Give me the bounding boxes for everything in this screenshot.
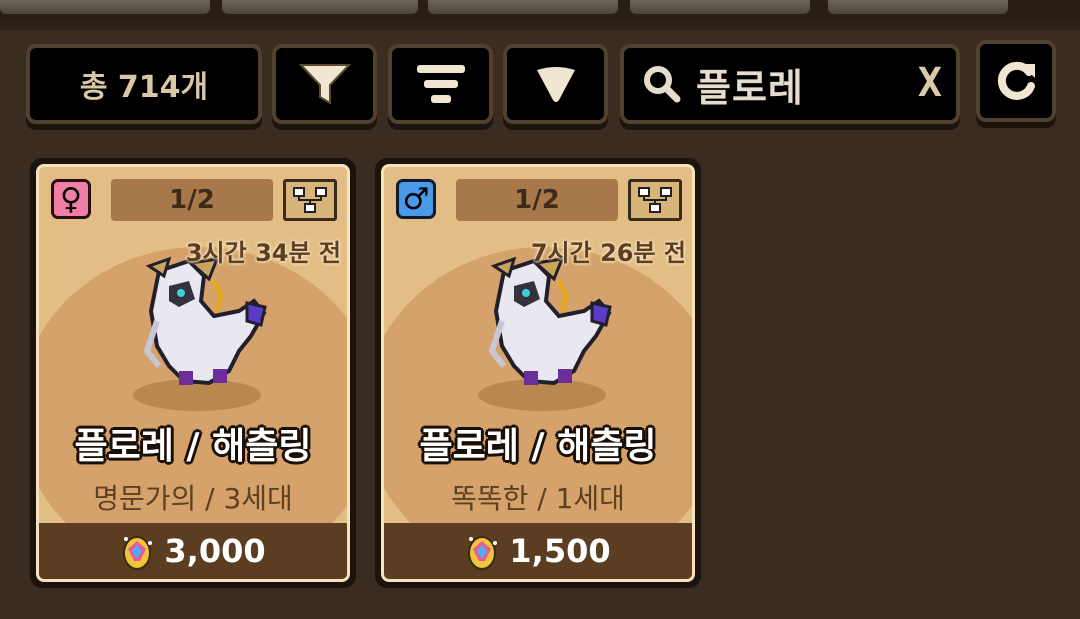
sort-button[interactable]: [388, 44, 493, 124]
triangle-down-icon: [536, 67, 575, 102]
total-count-badge: 총 714개: [26, 44, 262, 124]
breed-ratio: 1/2: [456, 179, 618, 221]
price-bar[interactable]: 1,500: [384, 523, 692, 579]
family-tree-button[interactable]: [283, 179, 337, 221]
dropdown-button[interactable]: [503, 44, 608, 124]
pet-card[interactable]: ♂ 1/2 7시간 26분 전 플로레 / 해츨링 똑똑한 / 1세대 1,50…: [375, 158, 701, 588]
family-tree-icon: [293, 187, 327, 213]
clear-search-button[interactable]: X: [918, 60, 942, 106]
price-value: 1,500: [509, 532, 611, 570]
breed-ratio: 1/2: [111, 179, 273, 221]
pet-name: 플로레 / 해츨링: [419, 426, 657, 467]
price-bar[interactable]: 3,000: [39, 523, 347, 579]
refresh-button[interactable]: [976, 40, 1056, 122]
top-tab-segment[interactable]: [222, 0, 418, 14]
family-tree-button[interactable]: [628, 179, 682, 221]
pet-card-body: ♀ 1/2 3시간 34분 전 플로레 / 해츨링 명문가의 / 3세대 3,0…: [36, 164, 350, 582]
family-tree-icon: [638, 187, 672, 213]
search-input[interactable]: 플로레: [696, 57, 804, 112]
divider: [0, 20, 1080, 30]
sort-lines-icon: [416, 65, 465, 103]
total-count-label: 총 714개: [79, 70, 209, 105]
refresh-icon: [997, 61, 1035, 100]
search-icon: [644, 66, 681, 103]
female-icon: ♀: [51, 179, 91, 219]
gem-egg-icon: [123, 536, 153, 570]
pet-trait-generation: 명문가의 / 3세대: [93, 482, 293, 515]
pet-card-body: ♂ 1/2 7시간 26분 전 플로레 / 해츨링 똑똑한 / 1세대 1,50…: [381, 164, 695, 582]
pet-name: 플로레 / 해츨링: [74, 426, 312, 467]
top-tab-segment[interactable]: [828, 0, 1008, 14]
search-box[interactable]: 플로레 X: [620, 44, 960, 124]
pet-trait-generation: 똑똑한 / 1세대: [451, 482, 625, 515]
pet-card[interactable]: ♀ 1/2 3시간 34분 전 플로레 / 해츨링 명문가의 / 3세대 3,0…: [30, 158, 356, 588]
top-tab-segment[interactable]: [428, 0, 618, 14]
listed-time: 3시간 34분 전: [185, 239, 341, 267]
top-tab-segment[interactable]: [630, 0, 810, 14]
price-value: 3,000: [164, 532, 266, 570]
top-tab-segment[interactable]: [0, 0, 210, 14]
filter-button[interactable]: [272, 44, 377, 124]
gem-egg-icon: [468, 536, 498, 570]
male-icon: ♂: [396, 179, 436, 219]
listed-time: 7시간 26분 전: [530, 239, 686, 267]
top-strip: [0, 0, 1080, 20]
filter-funnel-icon: [298, 64, 351, 105]
